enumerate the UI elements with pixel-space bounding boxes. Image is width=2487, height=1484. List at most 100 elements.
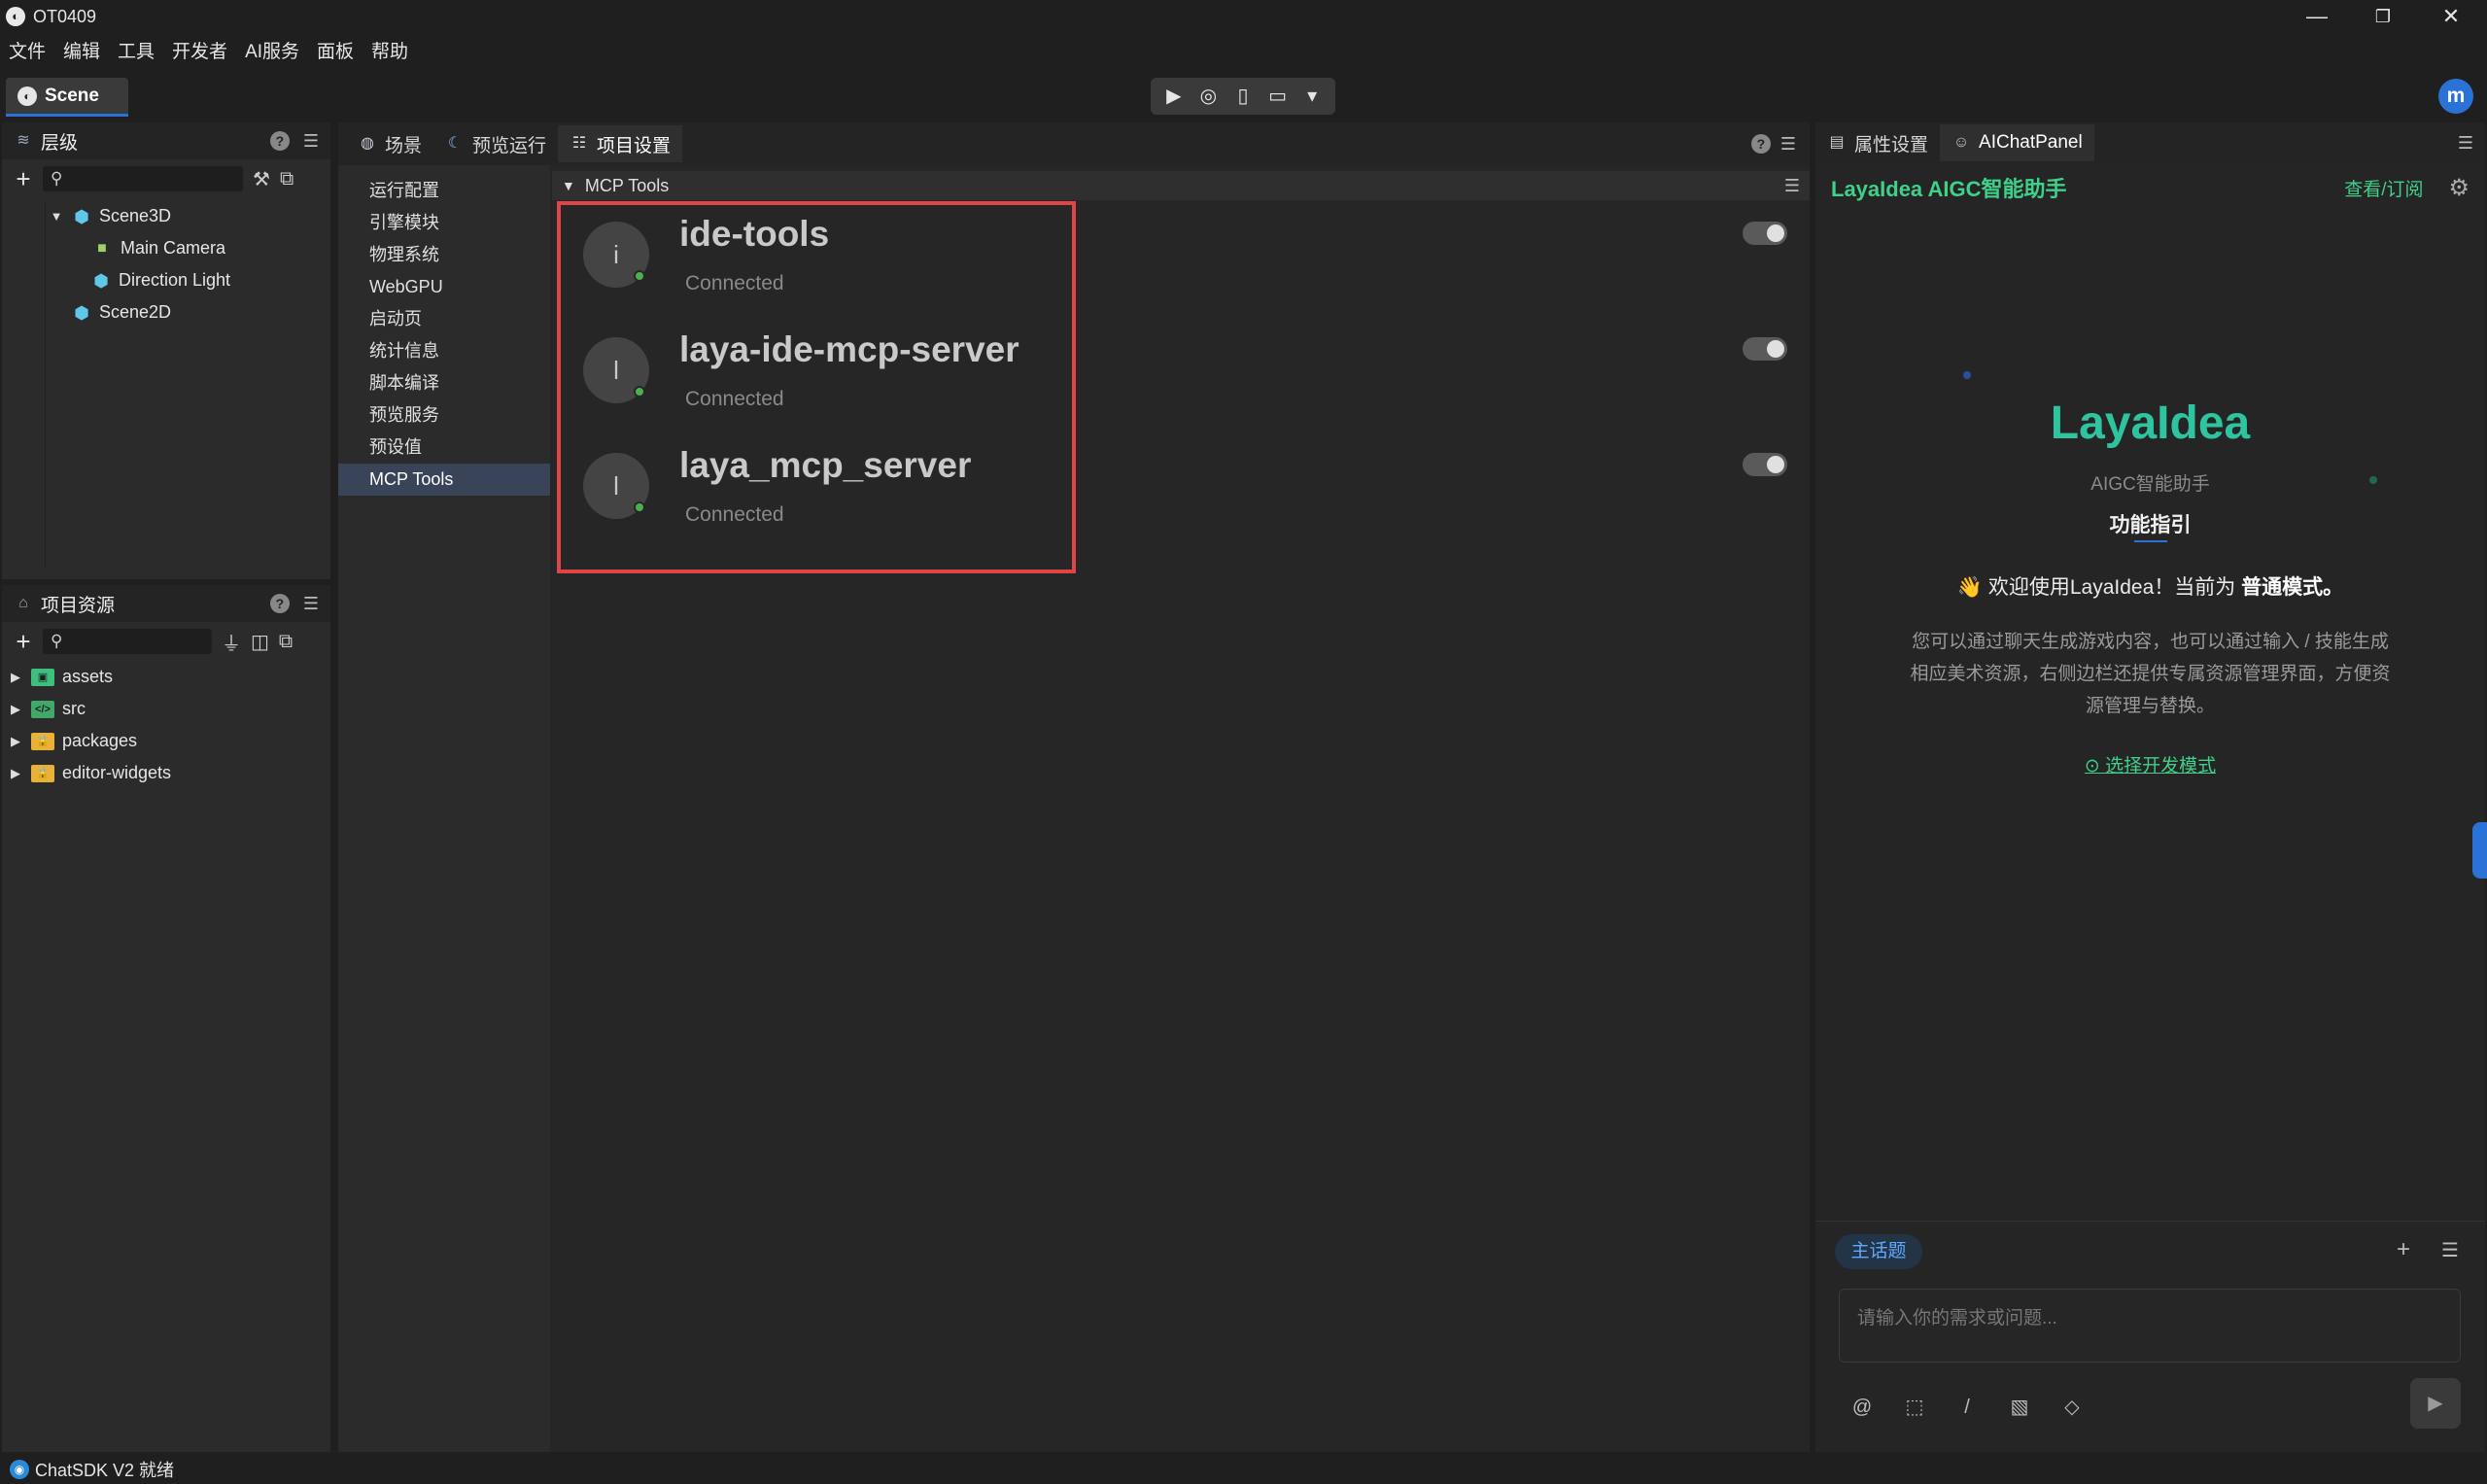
guide-heading[interactable]: 功能指引 (1815, 509, 2485, 538)
menu-file[interactable]: 文件 (0, 37, 54, 68)
split-view-icon[interactable]: ◫ (251, 630, 269, 654)
menu-ai-services[interactable]: AI服务 (236, 37, 308, 68)
nav-splash[interactable]: 启动页 (338, 303, 550, 335)
nav-webgpu[interactable]: WebGPU (338, 271, 550, 303)
gear-icon[interactable]: ⚙ (2448, 174, 2470, 202)
nav-script-compile[interactable]: 脚本编译 (338, 367, 550, 399)
tree-item-direction-light[interactable]: ⬢ Direction Light (2, 264, 330, 296)
slash-command-icon[interactable]: / (1953, 1394, 1981, 1421)
play-toolbar: ▶ ◎ ▯ ▭ ▾ (1151, 78, 1335, 115)
hierarchy-tree: ▼ ⬢ Scene3D ■ Main Camera ⬢ Direction Li… (2, 198, 330, 328)
server-toggle[interactable] (1743, 453, 1787, 476)
menu-edit[interactable]: 编辑 (54, 37, 109, 68)
section-menu-icon[interactable]: ☰ (1784, 176, 1800, 196)
panel-menu-icon[interactable]: ☰ (2458, 133, 2473, 154)
nav-presets[interactable]: 预设值 (338, 431, 550, 464)
expand-arrow-icon[interactable]: ▼ (49, 209, 64, 224)
tree-item-label: Direction Light (119, 270, 231, 290)
tree-item-label: Main Camera (121, 238, 226, 258)
help-icon[interactable]: ? (269, 131, 290, 151)
help-icon[interactable]: ? (269, 594, 290, 613)
moon-icon: ☾ (447, 135, 463, 152)
wrench-icon[interactable]: ⚒ (253, 167, 270, 191)
collapse-all-icon[interactable]: ⧉ (279, 631, 293, 653)
settings-nav: 运行配置 引擎模块 物理系统 WebGPU 启动页 统计信息 脚本编译 预览服务… (338, 165, 550, 1452)
sidebar-handle[interactable] (2472, 822, 2487, 879)
tree-item-scene2d[interactable]: ⬢ Scene2D (2, 296, 330, 328)
panel-menu-icon[interactable]: ☰ (303, 131, 319, 152)
help-icon[interactable]: ? (1750, 134, 1771, 154)
resource-item-src[interactable]: ▶ </> src (2, 693, 330, 725)
nav-engine-modules[interactable]: 引擎模块 (338, 207, 550, 239)
chevron-down-icon[interactable]: ▾ (1296, 81, 1328, 112)
resource-item-label: editor-widgets (62, 763, 172, 782)
expand-arrow-icon[interactable]: ▶ (8, 702, 23, 717)
resources-search-input[interactable]: ⚲ (43, 629, 212, 654)
server-toggle[interactable] (1743, 222, 1787, 245)
brand-title: LayaIdea (2050, 397, 2251, 449)
close-button[interactable]: ✕ (2422, 0, 2480, 33)
decorative-dot (1963, 371, 1971, 379)
menu-help[interactable]: 帮助 (363, 37, 417, 68)
skill-icon[interactable]: ◇ (2058, 1394, 2086, 1421)
panel-menu-icon[interactable]: ☰ (303, 594, 319, 614)
restore-button[interactable]: ❐ (2354, 0, 2412, 33)
tab-project-settings[interactable]: ☷ 项目设置 (558, 125, 683, 162)
tab-properties[interactable]: ▤ 属性设置 (1815, 124, 1940, 161)
nav-preview-service[interactable]: 预览服务 (338, 399, 550, 431)
collapse-all-icon[interactable]: ⧉ (280, 168, 294, 190)
tree-item-main-camera[interactable]: ■ Main Camera (2, 232, 330, 264)
menu-panels[interactable]: 面板 (308, 37, 363, 68)
web-preview-icon[interactable]: ◎ (1192, 81, 1224, 112)
tree-item-scene3d[interactable]: ▼ ⬢ Scene3D (2, 200, 330, 232)
tab-ai-chat[interactable]: ☺ AIChatPanel (1940, 124, 2094, 161)
tab-preview[interactable]: ☾ 预览运行 (433, 125, 558, 162)
status-text: ChatSDK V2 就绪 (35, 1460, 175, 1480)
mention-icon[interactable]: @ (1848, 1394, 1876, 1421)
select-region-icon[interactable]: ⬚ (1901, 1394, 1928, 1421)
avatar[interactable]: m (2438, 79, 2473, 114)
nav-statistics[interactable]: 统计信息 (338, 335, 550, 367)
add-node-button[interactable]: + (14, 164, 33, 194)
nav-run-config[interactable]: 运行配置 (338, 175, 550, 207)
expand-arrow-icon[interactable]: ▶ (8, 734, 23, 749)
topic-chip[interactable]: 主话题 (1835, 1234, 1922, 1269)
hierarchy-search-input[interactable]: ⚲ (43, 166, 243, 191)
play-icon[interactable]: ▶ (1158, 81, 1190, 112)
menu-developer[interactable]: 开发者 (163, 37, 236, 68)
camera-icon: ■ (97, 239, 107, 257)
resources-tree: ▶ ▣ assets ▶ </> src ▶ 🔒 packages ▶ 🔒 ed… (2, 661, 330, 789)
resource-item-editor-widgets[interactable]: ▶ 🔒 editor-widgets (2, 757, 330, 789)
expand-arrow-icon[interactable]: ▶ (8, 670, 23, 685)
nav-physics[interactable]: 物理系统 (338, 239, 550, 271)
description-text: 您可以通过聊天生成游戏内容，也可以通过输入 / 技能生成相应美术资源，右侧边栏还… (1910, 632, 2391, 716)
minimize-button[interactable]: — (2288, 0, 2346, 33)
menu-tools[interactable]: 工具 (109, 37, 163, 68)
collapse-arrow-icon[interactable]: ▼ (562, 178, 575, 193)
mobile-preview-icon[interactable]: ▯ (1227, 81, 1259, 112)
mcp-section-header[interactable]: ▼ MCP Tools ☰ (552, 171, 1810, 200)
subscribe-link[interactable]: 查看/订阅 (2344, 175, 2423, 201)
add-resource-button[interactable]: + (14, 627, 33, 657)
desktop-preview-icon[interactable]: ▭ (1262, 81, 1294, 112)
panel-menu-icon[interactable]: ☰ (1780, 134, 1796, 155)
scene-tab[interactable]: ◐ Scene (6, 78, 128, 117)
topic-list-icon[interactable]: ☰ (2441, 1238, 2459, 1262)
tab-scene[interactable]: ◍ 场景 (346, 125, 433, 162)
tree-item-label: Scene3D (99, 206, 172, 225)
locked-folder-icon: 🔒 (31, 764, 54, 782)
server-toggle[interactable] (1743, 337, 1787, 361)
chat-input[interactable]: 请输入你的需求或问题... (1839, 1289, 2461, 1363)
resource-item-packages[interactable]: ▶ 🔒 packages (2, 725, 330, 757)
send-button[interactable]: ▶ (2410, 1378, 2461, 1429)
title-bar (0, 0, 2487, 33)
hierarchy-header: ≋ 层级 ? ☰ (2, 122, 330, 159)
select-mode-link[interactable]: ⊙ 选择开发模式 (1815, 751, 2485, 777)
expand-arrow-icon[interactable]: ▶ (8, 766, 23, 781)
new-topic-button[interactable]: + (2397, 1236, 2410, 1263)
nav-mcp-tools[interactable]: MCP Tools (338, 464, 550, 496)
resource-item-assets[interactable]: ▶ ▣ assets (2, 661, 330, 693)
image-icon[interactable]: ▧ (2006, 1394, 2033, 1421)
filter-icon[interactable]: ⏚ (222, 628, 241, 656)
tree-item-label: Scene2D (99, 302, 172, 322)
